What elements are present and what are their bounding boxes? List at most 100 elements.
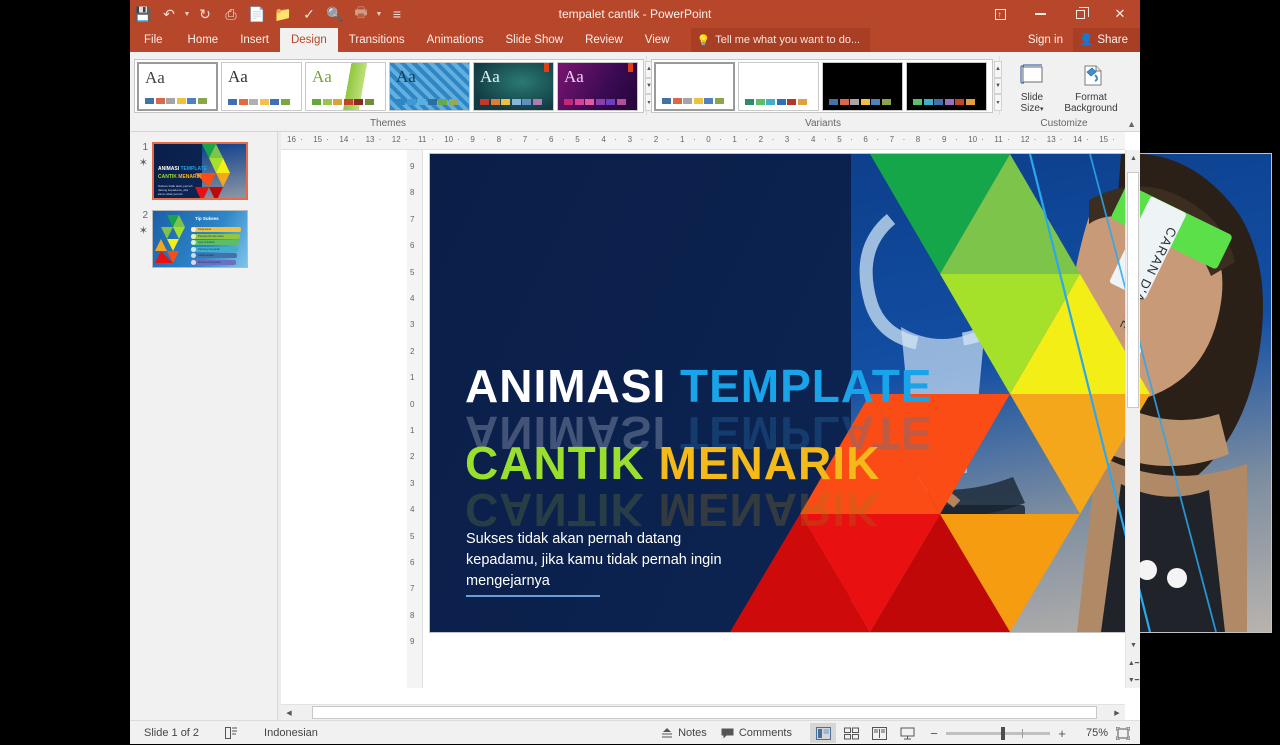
animation-star-icon[interactable]: ✶ xyxy=(134,224,148,237)
language-indicator[interactable]: Indonesian xyxy=(258,723,324,743)
previous-slide-button[interactable]: ▲━ xyxy=(1126,654,1141,671)
notes-icon xyxy=(662,727,673,737)
tab-slide-show[interactable]: Slide Show xyxy=(495,28,575,52)
swatch xyxy=(187,97,196,104)
slide-thumbnail-2[interactable]: 2 ✶ Tip Sukses Kerja keras Percaya diri dan … xyxy=(139,210,269,268)
variant-thumbnail-3[interactable] xyxy=(822,61,903,111)
slide-size-button[interactable]: Slide Size▾ xyxy=(1006,55,1058,115)
tab-home[interactable]: Home xyxy=(177,28,230,52)
swatch xyxy=(585,98,594,105)
scroll-up-button[interactable]: ▲ xyxy=(1126,150,1141,167)
slide-canvas[interactable]: CARAN D'ACHE ANIMASI TEMPLATE ANIMASI TE… xyxy=(430,154,1271,632)
format-background-button[interactable]: Format Background xyxy=(1060,55,1122,114)
normal-view-button[interactable] xyxy=(810,723,836,743)
slide-counter[interactable]: Slide 1 of 2 xyxy=(138,723,205,743)
slide-subtitle[interactable]: Sukses tidak akan pernah datang kepadamu… xyxy=(466,529,746,592)
slide-thumbnail-1[interactable]: 1 ✶ ANIMASI TEMPLATE CANTIK MENARIK Sukses t… xyxy=(139,142,269,200)
slide-sorter-view-button[interactable] xyxy=(838,723,864,743)
zoom-level[interactable]: 75% xyxy=(1076,727,1108,739)
slide-title-line-1[interactable]: ANIMASI TEMPLATE xyxy=(465,359,932,413)
theme-preview-text: Aa xyxy=(145,67,165,87)
scroll-down-button[interactable]: ▼ xyxy=(1126,637,1141,654)
theme-thumbnail-1[interactable]: Aa xyxy=(137,61,218,111)
format-background-label-1: Format xyxy=(1075,92,1107,103)
animation-star-icon[interactable]: ✶ xyxy=(134,156,148,169)
color-swatches xyxy=(564,98,626,105)
variant-thumbnail-1[interactable] xyxy=(654,61,735,111)
zoom-in-button[interactable]: + xyxy=(1056,726,1068,741)
swatch xyxy=(176,97,186,104)
scroll-right-button[interactable]: ▶ xyxy=(1109,705,1125,721)
theme-thumbnail-2[interactable]: Aa xyxy=(221,61,302,111)
theme-thumbnail-6[interactable]: Aa xyxy=(557,61,638,111)
comments-button[interactable]: Comments xyxy=(715,723,798,743)
swatch xyxy=(532,98,542,105)
horizontal-ruler[interactable]: 16 · 15 · 14 · 13 · 12 · 11 · 10 · 9 · 8 · 7 · 6 · 5 · 4 · 3 · 2 · 1 · 0… xyxy=(281,132,1125,150)
chevron-down-icon[interactable]: ▾ xyxy=(1040,106,1044,113)
next-slide-button[interactable]: ▼━ xyxy=(1126,671,1141,688)
ruler-tick: 12 xyxy=(1020,135,1030,144)
variant-thumbnail-4[interactable] xyxy=(906,61,987,111)
tab-animations[interactable]: Animations xyxy=(416,28,495,52)
ruler-tick: 2 xyxy=(410,346,415,356)
sign-in-button[interactable]: Sign in xyxy=(1018,34,1073,46)
close-button[interactable]: ✕ xyxy=(1100,0,1140,28)
tab-transitions[interactable]: Transitions xyxy=(338,28,416,52)
zoom-out-button[interactable]: − xyxy=(928,726,940,741)
ruler-tick: 2 xyxy=(410,452,415,462)
ruler-tick: 5 xyxy=(575,135,580,144)
restore-button[interactable] xyxy=(1060,0,1100,28)
share-button[interactable]: 👤 Share xyxy=(1072,28,1140,52)
color-swatches xyxy=(480,98,542,105)
ruler-tick: 7 xyxy=(410,214,415,224)
minimize-button[interactable] xyxy=(1020,0,1060,28)
ribbon-display-options-button[interactable]: ↑ xyxy=(980,0,1020,28)
tell-me-search[interactable]: 💡 Tell me what you want to do... xyxy=(690,28,871,52)
vertical-ruler[interactable]: 9 8 7 6 5 4 3 2 1 0 1 2 3 4 5 6 7 8 9 xyxy=(407,150,423,688)
theme-thumbnail-5[interactable]: Aa xyxy=(473,61,554,111)
ribbon-tabs: File Home Insert Design Transitions Animation… xyxy=(130,28,681,52)
notes-button[interactable]: Notes xyxy=(655,723,713,743)
swatch xyxy=(249,98,258,105)
reading-view-button[interactable] xyxy=(866,723,892,743)
ruler-minor-tick: · xyxy=(771,135,775,144)
ruler-minor-tick: · xyxy=(404,135,408,144)
collapse-ribbon-icon[interactable]: ▲ xyxy=(1127,119,1136,129)
ruler-tick: 0 xyxy=(410,399,415,409)
notes-page-icon[interactable] xyxy=(219,723,244,743)
zoom-track[interactable] xyxy=(946,726,1050,740)
scroll-left-button[interactable]: ◀ xyxy=(281,705,297,721)
notes-label: Notes xyxy=(678,727,707,739)
slide-title-line-2[interactable]: CANTIK MENARIK xyxy=(465,436,880,490)
left-letterbox xyxy=(0,0,130,720)
tab-design[interactable]: Design xyxy=(279,28,338,52)
subtitle-underline xyxy=(466,595,600,597)
swatch xyxy=(616,98,626,105)
swatch xyxy=(259,98,269,105)
ruler-minor-tick: · xyxy=(850,135,853,144)
variants-group-label: Variants xyxy=(805,118,841,129)
zoom-handle[interactable] xyxy=(1001,726,1005,740)
vertical-scrollbar[interactable]: ▲ ▼ ▲━ ▼━ xyxy=(1125,150,1140,688)
theme-thumbnail-3[interactable]: Aa xyxy=(305,61,386,111)
swatch xyxy=(923,98,933,105)
theme-thumbnail-4[interactable]: Aa xyxy=(389,61,470,111)
tab-file[interactable]: File xyxy=(130,28,177,52)
themes-gallery[interactable]: Aa Aa Aa Aa Aa Aa xyxy=(134,59,644,113)
variants-gallery[interactable] xyxy=(651,59,993,113)
ruler-tick: 2 xyxy=(653,135,659,144)
tab-review[interactable]: Review xyxy=(574,28,634,52)
tell-me-placeholder: Tell me what you want to do... xyxy=(715,34,861,46)
variant-thumbnail-2[interactable] xyxy=(738,61,819,111)
zoom-slider[interactable]: − + xyxy=(922,726,1074,741)
vertical-scrollbar-thumb[interactable] xyxy=(1127,172,1139,408)
fit-slide-to-window-icon[interactable] xyxy=(1110,723,1136,743)
tab-view[interactable]: View xyxy=(634,28,681,52)
color-swatches xyxy=(829,98,891,105)
ruler-tick: 7 xyxy=(889,135,895,144)
slide-show-button[interactable] xyxy=(894,723,920,743)
ruler-tick: 10 xyxy=(968,135,978,144)
horizontal-scrollbar-thumb[interactable] xyxy=(312,706,1097,719)
tab-insert[interactable]: Insert xyxy=(229,28,280,52)
horizontal-scrollbar[interactable]: ◀ ▶ xyxy=(281,704,1125,720)
